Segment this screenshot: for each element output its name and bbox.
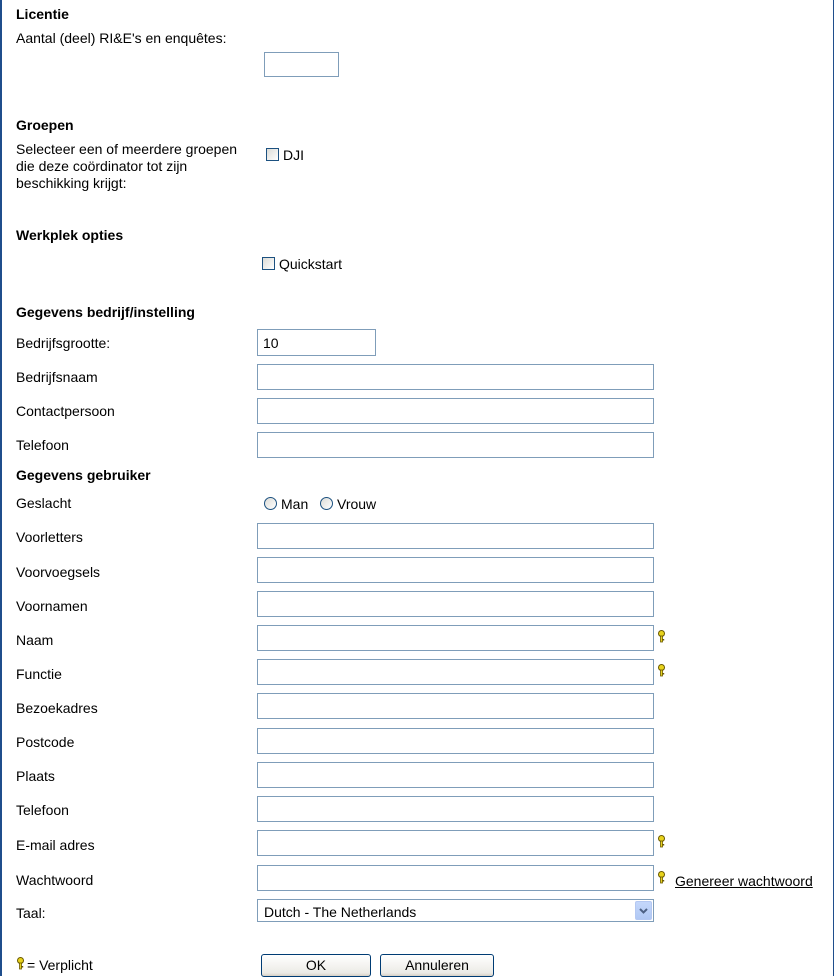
company-phone-input[interactable]	[257, 432, 654, 458]
gender-vrouw-radio[interactable]	[320, 497, 333, 510]
user-heading: Gegevens gebruiker	[16, 467, 151, 483]
company-size-label: Bedrijfsgrootte:	[16, 335, 111, 351]
language-label: Taal:	[16, 905, 46, 921]
group-dji-checkbox[interactable]	[266, 148, 279, 161]
city-label: Plaats	[16, 768, 55, 784]
company-phone-label: Telefoon	[16, 437, 69, 453]
gender-man-radio[interactable]	[264, 497, 277, 510]
language-select-value: Dutch - The Netherlands	[264, 904, 417, 920]
required-key-icon	[658, 664, 665, 677]
firstnames-input[interactable]	[257, 591, 654, 617]
prefixes-label: Voorvoegsels	[16, 564, 101, 580]
email-input[interactable]	[257, 830, 654, 856]
gender-man-label: Man	[281, 496, 309, 512]
visit-address-input[interactable]	[257, 693, 654, 719]
prefixes-input[interactable]	[257, 557, 654, 583]
password-input[interactable]	[257, 865, 654, 891]
initials-label: Voorletters	[16, 529, 83, 545]
firstnames-label: Voornamen	[16, 598, 88, 614]
required-key-icon	[17, 957, 24, 970]
contact-person-input[interactable]	[257, 398, 654, 424]
ok-button[interactable]: OK	[261, 954, 371, 977]
company-name-input[interactable]	[257, 364, 654, 390]
required-legend: = Verplicht	[27, 957, 93, 973]
language-select[interactable]: Dutch - The Netherlands	[257, 899, 654, 922]
city-input[interactable]	[257, 762, 654, 788]
email-label: E-mail adres	[16, 837, 95, 853]
company-size-input[interactable]	[257, 329, 376, 356]
chevron-down-icon[interactable]	[635, 901, 652, 920]
required-key-icon	[658, 871, 665, 884]
quickstart-checkbox[interactable]	[262, 257, 275, 270]
cancel-button[interactable]: Annuleren	[380, 954, 494, 977]
groups-heading: Groepen	[16, 117, 74, 133]
postcode-input[interactable]	[257, 728, 654, 754]
quickstart-label: Quickstart	[279, 256, 343, 272]
required-key-icon	[658, 630, 665, 643]
postcode-label: Postcode	[16, 734, 75, 750]
company-name-label: Bedrijfsnaam	[16, 369, 98, 385]
required-key-icon	[658, 835, 665, 848]
function-input[interactable]	[257, 659, 654, 685]
contact-person-label: Contactpersoon	[16, 403, 115, 419]
user-phone-input[interactable]	[257, 796, 654, 822]
generate-password-link[interactable]: Genereer wachtwoord	[675, 873, 813, 889]
license-count-input[interactable]	[264, 52, 339, 77]
company-heading: Gegevens bedrijf/instelling	[16, 304, 195, 320]
initials-input[interactable]	[257, 523, 654, 549]
gender-label: Geslacht	[16, 495, 72, 511]
function-label: Functie	[16, 666, 62, 682]
workplace-heading: Werkplek opties	[16, 227, 124, 243]
license-heading: Licentie	[16, 6, 69, 22]
lastname-input[interactable]	[257, 625, 654, 651]
license-count-label: Aantal (deel) RI&E's en enquêtes:	[16, 30, 227, 46]
gender-vrouw-label: Vrouw	[337, 496, 377, 512]
user-phone-label: Telefoon	[16, 802, 69, 818]
lastname-label: Naam	[16, 632, 54, 648]
visit-address-label: Bezoekadres	[16, 700, 98, 716]
group-dji-label: DJI	[283, 147, 304, 163]
groups-instruction: Selecteer een of meerdere groepen die de…	[16, 141, 238, 191]
form-frame: Licentie Aantal (deel) RI&E's en enquête…	[0, 0, 834, 977]
password-label: Wachtwoord	[16, 872, 94, 888]
